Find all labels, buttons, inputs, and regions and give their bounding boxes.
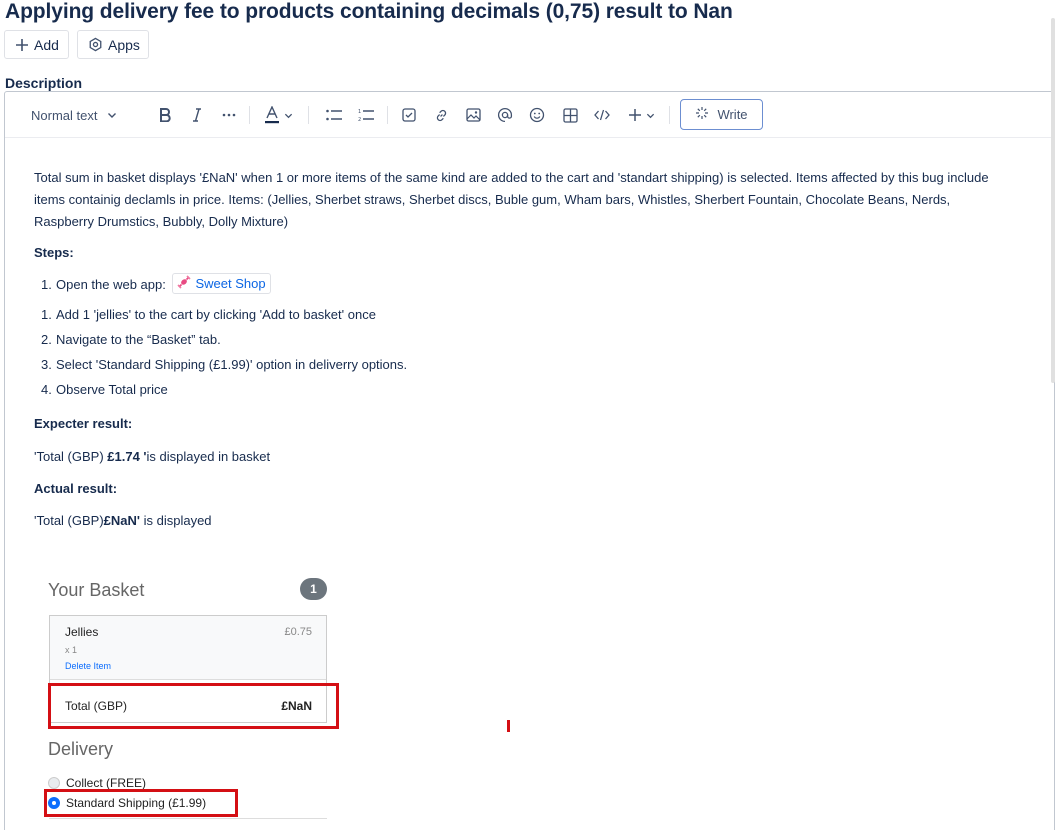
plus-icon (15, 37, 29, 53)
list-item-number: 4. (41, 382, 52, 397)
item-price: £0.75 (284, 626, 312, 638)
apps-button-label: Apps (108, 36, 140, 53)
write-ai-icon (695, 106, 709, 123)
open-app-text: Open the web app: (56, 277, 166, 292)
delivery-title: Delivery (48, 739, 114, 759)
toolbar-divider (669, 106, 670, 124)
list-item-number: 1. (41, 277, 52, 292)
italic-icon[interactable] (188, 105, 206, 125)
editor-toolbar: Normal text 12 Write (5, 92, 1054, 138)
delete-item-link: Delete Item (65, 661, 112, 671)
description-label: Description (5, 75, 83, 91)
sweet-shop-link-label: Sweet Shop (195, 276, 266, 291)
expected-result: 'Total (GBP) £1.74 'is displayed in bask… (34, 446, 270, 468)
list-item: 1. Add 1 'jellies' to the cart by clickin… (41, 307, 376, 322)
code-icon[interactable] (592, 105, 612, 125)
text-color-icon[interactable] (261, 105, 295, 125)
toolbar-divider (249, 106, 250, 124)
list-item: 1. Open the web app: Sweet Shop (41, 273, 271, 294)
expected-prefix: 'Total (GBP) (34, 449, 108, 464)
actual-value: £NaN' (103, 513, 140, 528)
list-item: 2. Navigate to the “Basket” tab. (41, 332, 221, 347)
list-item-text: Select 'Standard Shipping (£1.99)' optio… (56, 357, 408, 372)
mention-icon[interactable] (495, 105, 515, 125)
actual-result: 'Total (GBP)£NaN' is displayed (34, 510, 212, 532)
basket-count-badge: 1 (300, 578, 327, 600)
link-icon[interactable] (431, 105, 451, 125)
divider (49, 818, 327, 819)
svg-text:1: 1 (358, 109, 361, 115)
apps-button[interactable]: Apps (77, 30, 149, 59)
list-item-text: Navigate to the “Basket” tab. (56, 332, 221, 347)
bug-screenshot: Your Basket 1 Jellies x 1 Delete Item £0… (0, 540, 1051, 819)
action-item-icon[interactable] (399, 105, 419, 125)
write-button[interactable]: Write (680, 99, 763, 130)
text-style-dropdown[interactable]: Normal text (31, 105, 131, 125)
list-item-number: 1. (41, 307, 52, 322)
write-button-label: Write (717, 107, 748, 122)
toolbar-divider (308, 106, 309, 124)
steps-heading: Steps: (34, 242, 74, 264)
add-button-label: Add (34, 36, 59, 53)
steps-heading-text: Steps: (34, 245, 74, 260)
bullet-list-icon[interactable] (323, 105, 345, 125)
candy-icon (177, 275, 192, 292)
image-icon[interactable] (463, 105, 483, 125)
actual-heading-text: Actual result: (34, 481, 118, 496)
list-item-text: Add 1 'jellies' to the cart by clicking … (56, 307, 376, 322)
expected-heading: Expecter result: (34, 413, 132, 435)
list-item-number: 2. (41, 332, 52, 347)
numbered-list-icon[interactable]: 12 (355, 105, 377, 125)
expected-suffix: is displayed in basket (146, 449, 271, 464)
shipping-highlight-box (44, 789, 238, 817)
collect-option: Collect (FREE) (48, 776, 146, 790)
list-item: 4. Observe Total price (41, 382, 168, 397)
list-item: 3. Select 'Standard Shipping (£1.99)' opt… (41, 357, 407, 372)
more-formatting-icon[interactable] (220, 105, 238, 125)
emoji-icon[interactable] (527, 105, 547, 125)
apps-icon (88, 37, 103, 53)
insert-more-icon[interactable] (624, 105, 658, 125)
toolbar-divider (387, 106, 388, 124)
basket-item: Jellies x 1 Delete Item £0.75 (50, 616, 326, 680)
sweet-shop-link[interactable]: Sweet Shop (172, 273, 271, 294)
svg-text:2: 2 (358, 117, 361, 122)
add-button[interactable]: Add (4, 30, 69, 59)
list-item-text: Observe Total price (56, 382, 168, 397)
text-style-label: Normal text (31, 107, 98, 123)
page-scrollbar[interactable] (1051, 18, 1055, 383)
actual-heading: Actual result: (34, 478, 117, 500)
red-marker (507, 720, 510, 732)
expected-value: £1.74 ' (107, 449, 147, 464)
bold-icon[interactable] (156, 105, 174, 125)
page-title: Applying delivery fee to products contai… (5, 0, 733, 23)
list-item-number: 3. (41, 357, 52, 372)
expected-heading-text: Expecter result: (34, 416, 133, 431)
radio-unchecked-icon (48, 777, 60, 789)
table-icon[interactable] (560, 105, 580, 125)
collect-option-label: Collect (FREE) (66, 776, 147, 790)
item-name: Jellies (65, 625, 99, 639)
basket-title: Your Basket (48, 580, 145, 600)
description-intro: Total sum in basket displays '£NaN' when… (34, 170, 989, 229)
actual-suffix: is displayed (140, 513, 212, 528)
chevron-down-icon (107, 110, 117, 120)
actual-prefix: 'Total (GBP) (34, 513, 104, 528)
item-quantity: x 1 (65, 645, 78, 655)
total-highlight-box (48, 683, 339, 729)
